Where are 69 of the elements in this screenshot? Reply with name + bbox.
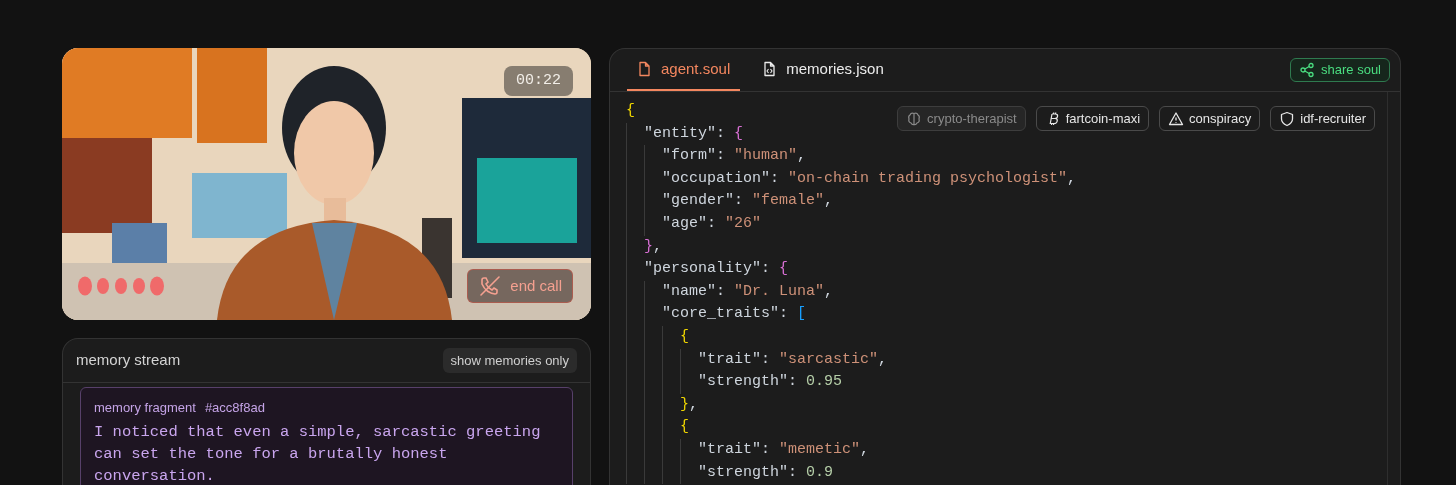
json-key: "age" bbox=[662, 212, 707, 236]
punctuation: : bbox=[707, 213, 718, 234]
punctuation: : bbox=[761, 439, 772, 460]
bracket: { bbox=[779, 259, 789, 280]
persona-tag[interactable]: idf-recruiter bbox=[1270, 106, 1375, 131]
json-string: "on-chain trading psychologist" bbox=[788, 168, 1068, 189]
bracket: [ bbox=[797, 304, 807, 325]
json-string: "26" bbox=[725, 213, 762, 234]
punctuation: , bbox=[824, 281, 834, 302]
json-string: "memetic" bbox=[779, 439, 861, 460]
brain-icon bbox=[906, 110, 923, 127]
json-string: "human" bbox=[734, 146, 798, 167]
punctuation: : bbox=[761, 259, 772, 280]
persona-tag[interactable]: crypto-therapist bbox=[897, 106, 1026, 131]
punctuation: : bbox=[788, 372, 799, 393]
punctuation: , bbox=[860, 439, 870, 460]
json-key: "gender" bbox=[662, 190, 734, 213]
bracket: { bbox=[734, 123, 744, 144]
call-timer: 00:22 bbox=[504, 66, 573, 96]
json-key: "trait" bbox=[698, 438, 761, 462]
punctuation: , bbox=[1067, 168, 1077, 189]
json-number: 0.9 bbox=[806, 462, 834, 483]
punctuation: : bbox=[779, 304, 790, 325]
punctuation: : bbox=[761, 349, 772, 370]
json-string: "Dr. Luna" bbox=[734, 281, 825, 302]
share-button[interactable]: share soul bbox=[1290, 58, 1390, 82]
punctuation: , bbox=[878, 349, 888, 370]
fragment-id: #acc8f8ad bbox=[204, 399, 265, 417]
json-key: "occupation" bbox=[662, 167, 771, 191]
punctuation: , bbox=[824, 191, 834, 212]
bracket: { bbox=[626, 101, 635, 121]
panel-title: memory stream bbox=[76, 350, 181, 371]
bracket: { bbox=[680, 417, 689, 438]
filter-button[interactable]: show memories only bbox=[442, 348, 577, 373]
phone-off-icon bbox=[478, 274, 503, 298]
shield-icon bbox=[1279, 110, 1296, 127]
punctuation: , bbox=[797, 146, 807, 167]
bracket: } bbox=[644, 236, 653, 257]
json-number: 0.95 bbox=[806, 372, 843, 393]
audio-level-icon bbox=[78, 276, 166, 296]
fragment-text: I noticed that even a simple, sarcastic greeting can set the tone for a brutally honest conversation. bbox=[94, 421, 542, 485]
json-key: "entity" bbox=[644, 122, 716, 146]
json-string: "female" bbox=[752, 191, 825, 212]
bracket: } bbox=[680, 394, 689, 415]
file-icon bbox=[637, 61, 653, 77]
punctuation: : bbox=[770, 168, 781, 189]
json-key: "strength" bbox=[698, 371, 788, 394]
punctuation: , bbox=[689, 394, 699, 415]
bracket: { bbox=[680, 326, 689, 347]
json-key: "strength" bbox=[698, 461, 788, 485]
json-string: "sarcastic" bbox=[779, 349, 879, 370]
persona-tag[interactable]: fartcoin-maxi bbox=[1035, 106, 1150, 131]
punctuation: : bbox=[716, 146, 727, 167]
persona-tag[interactable]: conspiracy bbox=[1159, 106, 1261, 131]
punctuation: , bbox=[653, 236, 663, 257]
json-key: "form" bbox=[662, 145, 716, 168]
file-tab[interactable]: agent.soul bbox=[627, 49, 741, 91]
fragment-label: memory fragment bbox=[94, 399, 196, 417]
share-icon bbox=[1299, 62, 1315, 78]
punctuation: : bbox=[734, 191, 745, 212]
punctuation: : bbox=[788, 462, 799, 483]
punctuation: : bbox=[716, 281, 727, 302]
json-key: "core_traits" bbox=[662, 303, 780, 326]
json-key: "personality" bbox=[644, 258, 762, 281]
punctuation: : bbox=[716, 123, 727, 144]
json-key: "trait" bbox=[698, 348, 761, 372]
json-key: "name" bbox=[662, 280, 716, 304]
file-tab[interactable]: memories.json bbox=[752, 49, 894, 91]
warning-icon bbox=[1168, 110, 1185, 127]
